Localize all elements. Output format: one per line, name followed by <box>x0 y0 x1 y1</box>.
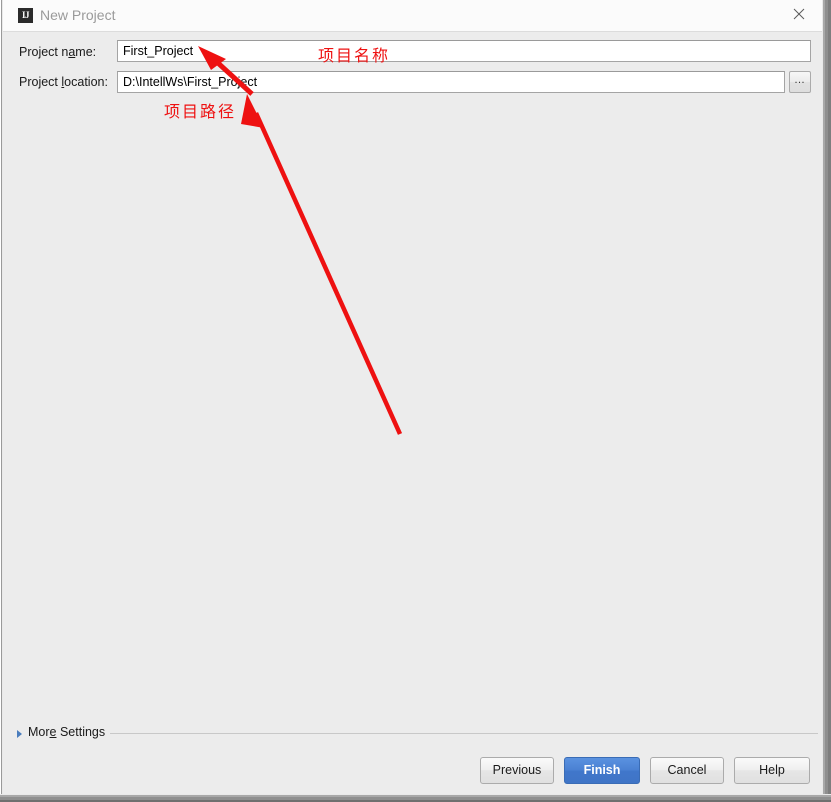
dialog-title: New Project <box>40 7 116 23</box>
project-name-label-post: me: <box>75 45 97 59</box>
project-location-label-pre: Project <box>19 75 62 89</box>
project-name-label-pre: Project n <box>19 45 69 59</box>
finish-button[interactable]: Finish <box>564 757 640 784</box>
annotation-arrows <box>198 46 403 435</box>
help-button[interactable]: Help <box>734 757 810 784</box>
annotation-project-name: 项目名称 <box>318 46 391 65</box>
more-settings-label-pre: Mor <box>28 725 50 739</box>
annotation-project-path: 项目路径 <box>164 102 237 121</box>
previous-button[interactable]: Previous <box>480 757 554 784</box>
close-glyph <box>793 8 805 20</box>
ellipsis-icon: … <box>794 74 806 86</box>
project-location-label-post: ocation: <box>64 75 108 89</box>
cancel-button[interactable]: Cancel <box>650 757 724 784</box>
intellij-idea-icon: IJ <box>18 8 33 23</box>
project-name-label: Project name: <box>19 45 96 59</box>
more-settings-label: More Settings <box>28 725 105 739</box>
project-location-label: Project location: <box>19 75 108 89</box>
more-settings-label-post: Settings <box>56 725 106 739</box>
project-location-input[interactable]: D:\IntellWs\First_Project <box>117 71 785 93</box>
window-frame-bottom <box>0 794 831 802</box>
window-frame-right <box>822 0 831 802</box>
project-name-input[interactable]: First_Project <box>117 40 811 62</box>
arrow-to-project-location <box>241 94 403 435</box>
window-frame-left <box>0 0 3 794</box>
more-settings-separator <box>110 733 818 734</box>
dialog-titlebar: IJ New Project <box>3 0 822 32</box>
browse-folder-button[interactable]: … <box>789 71 811 93</box>
close-icon[interactable] <box>776 0 822 30</box>
new-project-dialog: IJ New Project Project name: First_Proje… <box>0 0 831 802</box>
chevron-right-icon <box>17 730 22 738</box>
